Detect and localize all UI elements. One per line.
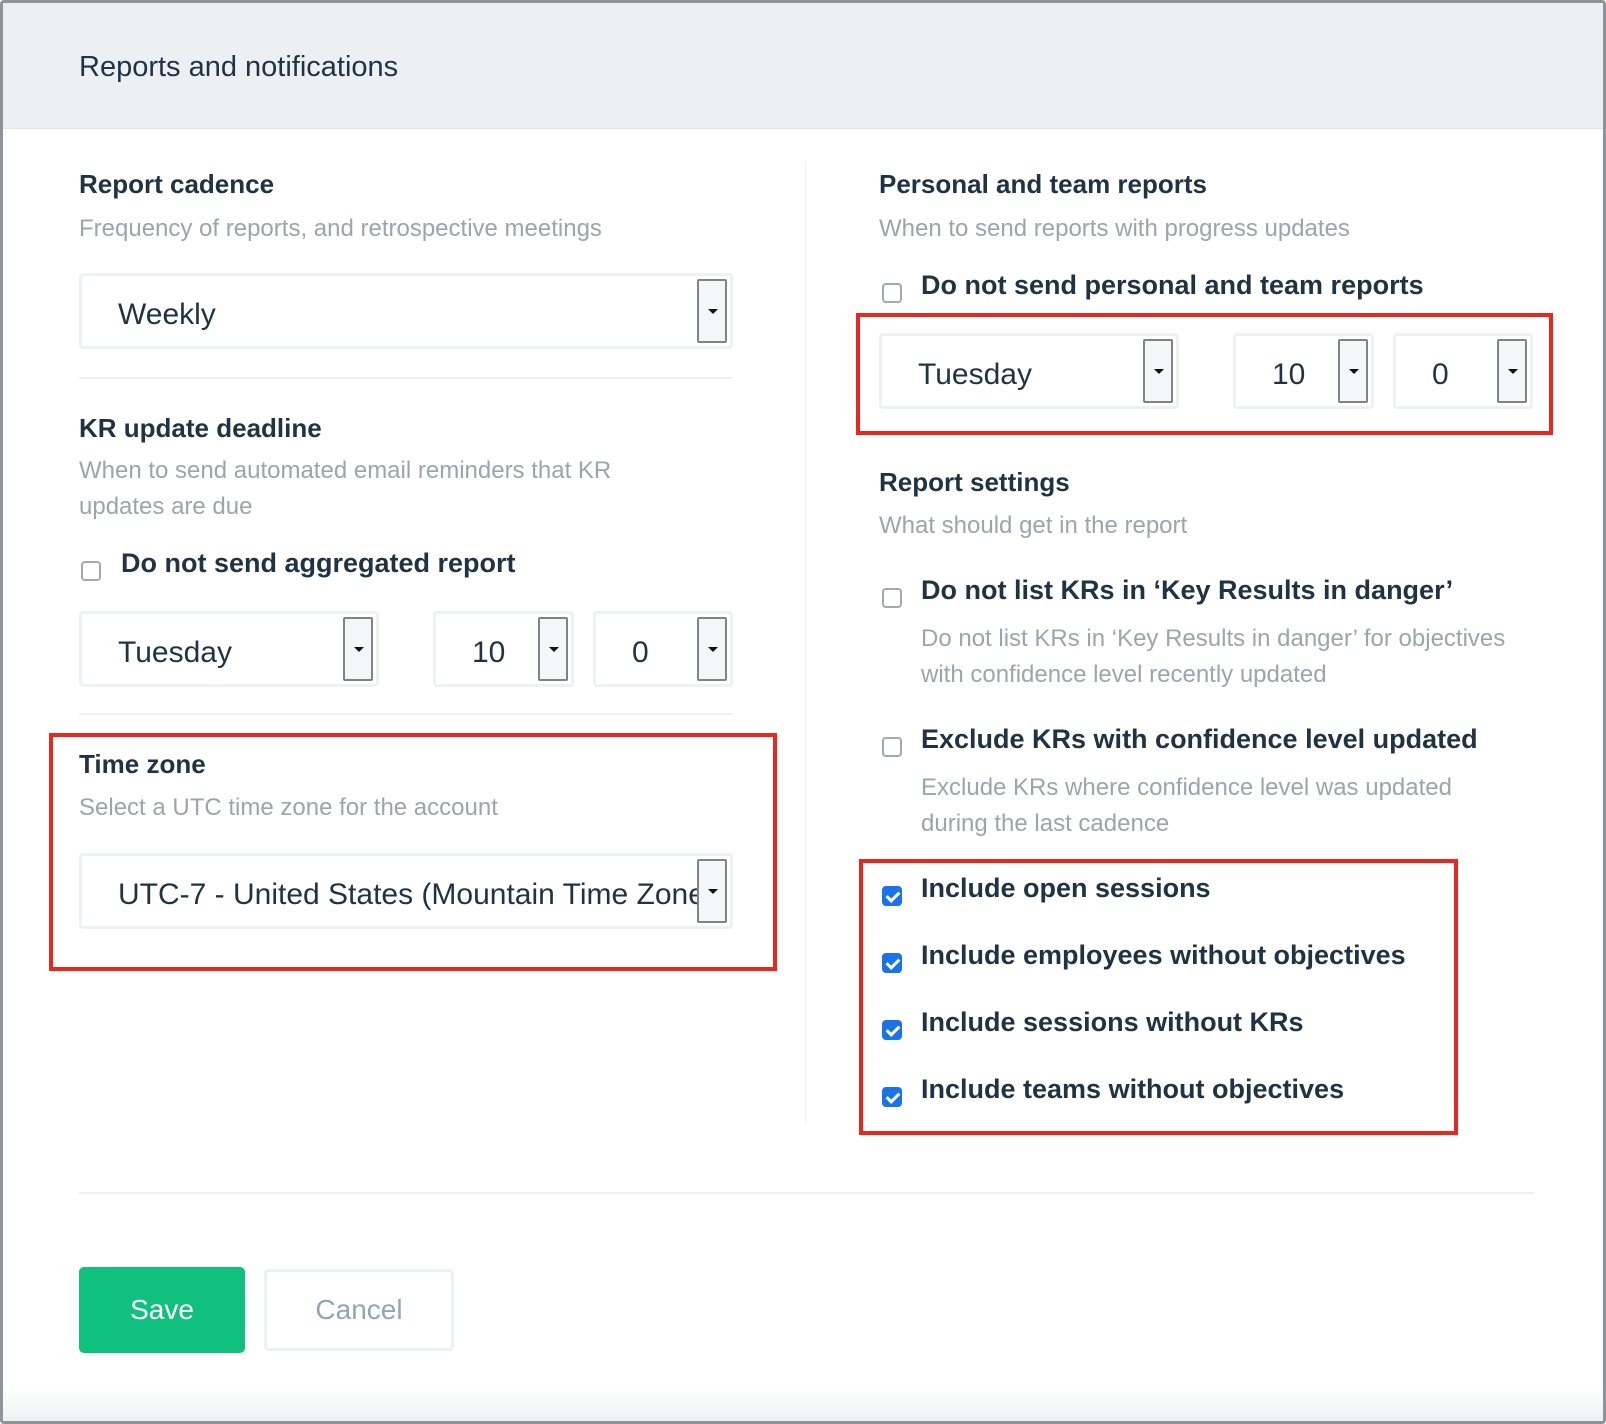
dialog-title: Reports and notifications <box>79 51 399 83</box>
time-zone-value: UTC-7 - United States (Mountain Time Zon… <box>118 878 698 911</box>
include-sessions-no-krs-label: Include sessions without KRs <box>921 1007 1304 1037</box>
scroll-shadow <box>3 1387 1603 1421</box>
kr-deadline-title: KR update deadline <box>79 413 322 443</box>
kr-deadline-hour-select[interactable]: 10 <box>433 611 574 687</box>
footer-divider <box>79 1192 1533 1194</box>
include-teams-label: Include teams without objectives <box>921 1074 1345 1104</box>
chevron-down-icon[interactable] <box>1143 339 1173 403</box>
personal-reports-minute-value: 0 <box>1432 358 1449 391</box>
include-employees-label: Include employees without objectives <box>921 940 1406 970</box>
no-danger-label: Do not list KRs in ‘Key Results in dange… <box>921 575 1454 605</box>
time-zone-title: Time zone <box>79 749 206 779</box>
kr-deadline-minute-select[interactable]: 0 <box>593 611 733 687</box>
personal-reports-subtitle: When to send reports with progress updat… <box>879 215 1350 242</box>
no-danger-description: Do not list KRs in ‘Key Results in dange… <box>921 625 1506 688</box>
personal-reports-day-select[interactable]: Tuesday <box>879 333 1179 409</box>
aggregated-report-checkbox[interactable] <box>81 561 101 581</box>
chevron-down-icon[interactable] <box>1497 339 1527 403</box>
personal-reports-hour-select[interactable]: 10 <box>1233 333 1374 409</box>
report-settings-title: Report settings <box>879 467 1070 497</box>
kr-deadline-day-select[interactable]: Tuesday <box>79 611 379 687</box>
report-cadence-title: Report cadence <box>79 169 275 199</box>
save-button[interactable]: Save <box>79 1267 245 1353</box>
exclude-krs-checkbox[interactable] <box>882 737 902 757</box>
column-divider <box>805 163 806 1123</box>
chevron-down-icon[interactable] <box>697 617 727 681</box>
time-zone-subtitle: Select a UTC time zone for the account <box>79 794 498 821</box>
cancel-button[interactable]: Cancel <box>264 1269 454 1351</box>
report-cadence-select[interactable]: Weekly <box>79 273 733 349</box>
include-open-sessions-checkbox[interactable] <box>882 886 902 906</box>
chevron-down-icon[interactable] <box>538 617 568 681</box>
personal-reports-title: Personal and team reports <box>879 169 1207 199</box>
report-cadence-subtitle: Frequency of reports, and retrospective … <box>79 215 602 242</box>
exclude-krs-description: Exclude KRs where confidence level was u… <box>921 774 1452 837</box>
personal-reports-label: Do not send personal and team reports <box>921 270 1424 300</box>
personal-reports-day-value: Tuesday <box>918 358 1032 391</box>
include-teams-checkbox[interactable] <box>882 1087 902 1107</box>
personal-reports-minute-select[interactable]: 0 <box>1393 333 1533 409</box>
exclude-krs-label: Exclude KRs with confidence level update… <box>921 724 1478 754</box>
kr-deadline-day-value: Tuesday <box>118 636 232 669</box>
aggregated-report-label: Do not send aggregated report <box>121 548 516 578</box>
no-danger-checkbox[interactable] <box>882 588 902 608</box>
report-cadence-value: Weekly <box>118 298 216 331</box>
kr-deadline-minute-value: 0 <box>632 636 649 669</box>
chevron-down-icon[interactable] <box>343 617 373 681</box>
kr-deadline-subtitle: When to send automated email reminders t… <box>79 457 612 520</box>
chevron-down-icon[interactable] <box>697 859 727 923</box>
divider <box>79 713 733 715</box>
divider <box>79 377 733 379</box>
kr-deadline-hour-value: 10 <box>472 636 506 669</box>
chevron-down-icon[interactable] <box>697 279 727 343</box>
include-employees-checkbox[interactable] <box>882 953 902 973</box>
include-open-sessions-label: Include open sessions <box>921 873 1211 903</box>
report-settings-subtitle: What should get in the report <box>879 512 1188 539</box>
personal-reports-checkbox[interactable] <box>882 283 902 303</box>
reports-notifications-dialog: Reports and notifications Report cadence… <box>0 0 1606 1424</box>
time-zone-select[interactable]: UTC-7 - United States (Mountain Time Zon… <box>79 853 733 929</box>
chevron-down-icon[interactable] <box>1338 339 1368 403</box>
include-sessions-no-krs-checkbox[interactable] <box>882 1020 902 1040</box>
personal-reports-hour-value: 10 <box>1272 358 1306 391</box>
dialog-header: Reports and notifications <box>3 3 1603 129</box>
